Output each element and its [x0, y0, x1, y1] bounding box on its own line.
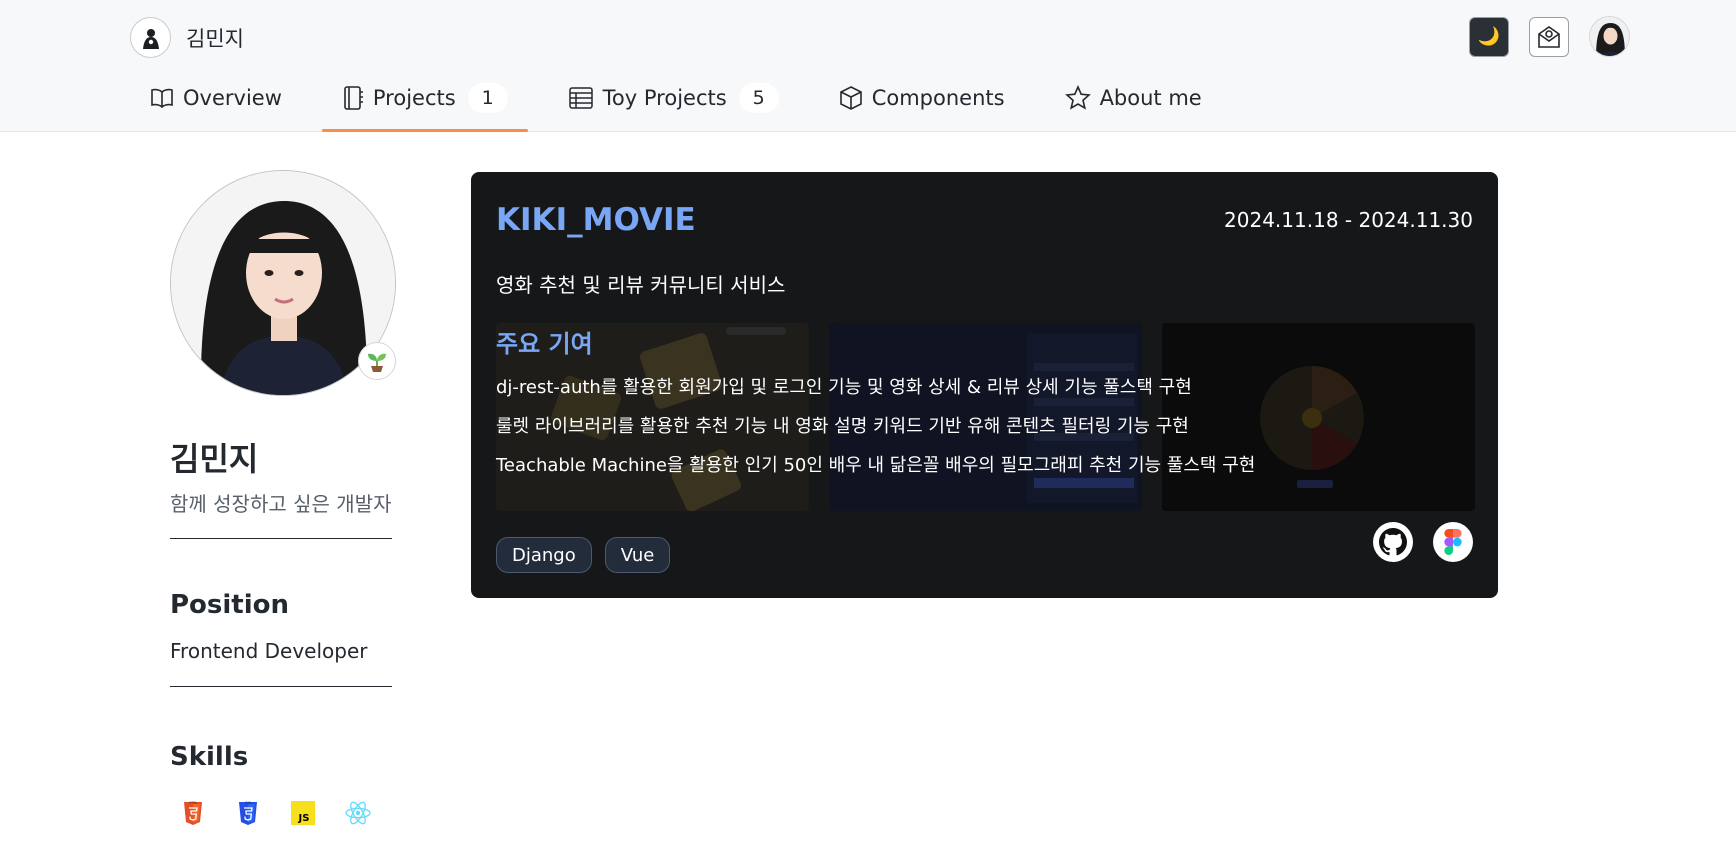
project-description: 영화 추천 및 리뷰 커뮤니티 서비스	[496, 273, 786, 297]
react-icon	[343, 798, 373, 828]
position-value: Frontend Developer	[170, 639, 368, 663]
tab-projects-label: Projects	[372, 86, 456, 110]
brand-logo-icon[interactable]	[130, 17, 171, 58]
brand-name[interactable]: 김민지	[186, 23, 244, 53]
tab-overview[interactable]: Overview	[130, 72, 302, 124]
tab-toy-projects-label: Toy Projects	[602, 86, 727, 110]
contact-mail-button[interactable]	[1529, 16, 1569, 57]
moon-icon: 🌙	[1477, 26, 1501, 47]
tab-overview-label: Overview	[183, 86, 282, 110]
contribution-item: dj-rest-auth를 활용한 회원가입 및 로그인 기능 및 영화 상세 …	[496, 377, 1192, 398]
figma-icon	[1444, 529, 1462, 555]
contribution-section: 주요 기여 dj-rest-auth를 활용한 회원가입 및 로그인 기능 및 …	[496, 324, 1255, 490]
seedling-icon	[368, 353, 386, 372]
tab-nav: Overview Projects 1 Toy Projects 5 Compo…	[130, 72, 1242, 132]
project-date: 2024.11.18 - 2024.11.30	[1224, 208, 1473, 232]
project-card[interactable]: KIKI_MOVIE 2024.11.18 - 2024.11.30 영화 추천…	[471, 172, 1498, 598]
tag-django: Django	[496, 537, 592, 573]
cube-icon	[839, 86, 862, 110]
skills-heading: Skills	[170, 742, 249, 772]
status-badge[interactable]	[358, 342, 396, 380]
book-icon	[151, 88, 173, 109]
github-icon	[1379, 528, 1407, 556]
mail-icon	[1538, 25, 1560, 48]
top-header: 김민지 🌙 Overview Projects 1 Toy Projects 5…	[0, 0, 1736, 132]
html5-icon-text: HTML	[189, 801, 198, 805]
tab-toy-projects-count: 5	[738, 83, 779, 113]
table-icon	[568, 87, 593, 109]
tab-projects-count: 1	[467, 83, 508, 113]
divider	[170, 538, 392, 539]
tab-about-me-label: About me	[1099, 86, 1202, 110]
project-links	[1353, 522, 1473, 562]
figma-link-button[interactable]	[1433, 522, 1473, 562]
html5-icon: HTML	[178, 798, 208, 828]
notebook-icon	[344, 86, 363, 110]
css3-icon: CSS	[233, 798, 263, 828]
tech-tags: Django Vue	[496, 537, 683, 573]
tab-components[interactable]: Components	[819, 72, 1025, 124]
profile-name: 김민지	[170, 440, 259, 478]
user-avatar-button[interactable]	[1589, 16, 1630, 57]
profile-bio: 함께 성장하고 싶은 개발자	[170, 492, 392, 516]
javascript-icon-text: JS	[298, 813, 310, 824]
contribution-heading: 주요 기여	[496, 330, 593, 358]
tab-components-label: Components	[871, 86, 1005, 110]
project-title[interactable]: KIKI_MOVIE	[496, 202, 696, 238]
tab-about-me[interactable]: About me	[1045, 72, 1222, 124]
javascript-icon: JS	[288, 798, 318, 828]
brand[interactable]: 김민지	[130, 17, 244, 58]
tag-vue: Vue	[604, 537, 671, 573]
contribution-item: Teachable Machine을 활용한 인기 50인 배우 내 닮은꼴 배…	[496, 455, 1256, 476]
position-heading: Position	[170, 590, 290, 620]
github-link-button[interactable]	[1373, 522, 1413, 562]
tab-toy-projects[interactable]: Toy Projects 5	[548, 72, 799, 124]
contribution-item: 룰렛 라이브러리를 활용한 추천 기능 내 영화 설명 키워드 기반 유해 콘텐…	[496, 416, 1189, 437]
css3-icon-text: CSS	[245, 801, 251, 805]
tab-projects[interactable]: Projects 1	[321, 72, 528, 132]
divider	[170, 686, 392, 687]
skills-list: HTML CSS JS	[178, 798, 398, 828]
theme-toggle-button[interactable]: 🌙	[1469, 16, 1509, 57]
star-icon	[1064, 85, 1091, 110]
